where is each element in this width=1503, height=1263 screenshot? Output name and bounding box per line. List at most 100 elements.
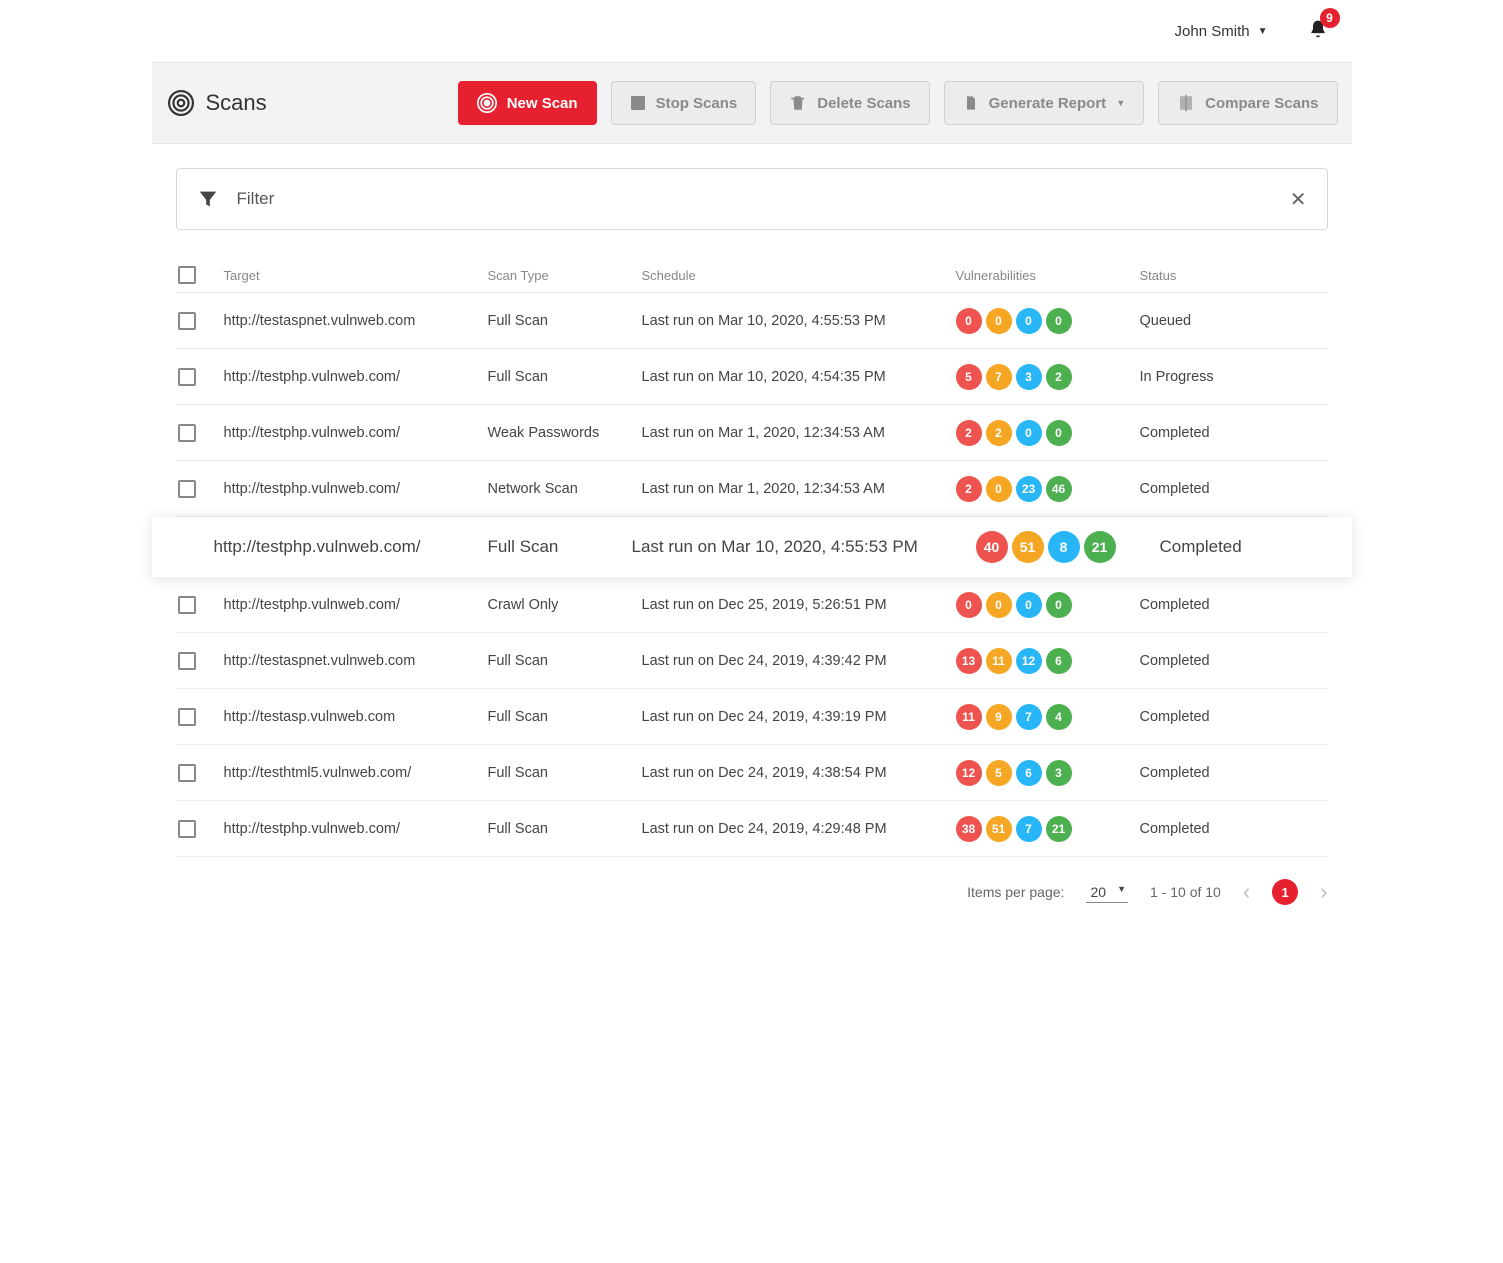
col-status: Status bbox=[1140, 268, 1328, 283]
cell-scan-type: Full Scan bbox=[488, 537, 628, 557]
vuln-badge: 0 bbox=[956, 592, 982, 618]
table-row[interactable]: http://testaspnet.vulnweb.comFull ScanLa… bbox=[176, 293, 1328, 349]
vuln-badge: 11 bbox=[956, 704, 982, 730]
table-row[interactable]: http://testaspnet.vulnweb.comFull ScanLa… bbox=[176, 633, 1328, 689]
vuln-badge: 7 bbox=[1016, 704, 1042, 730]
cell-schedule: Last run on Mar 1, 2020, 12:34:53 AM bbox=[642, 425, 952, 441]
row-checkbox[interactable] bbox=[178, 708, 196, 726]
vuln-badge: 6 bbox=[1016, 760, 1042, 786]
row-checkbox[interactable] bbox=[178, 596, 196, 614]
items-per-page-value: 20 bbox=[1090, 884, 1106, 900]
table-row[interactable]: http://testhtml5.vulnweb.com/Full ScanLa… bbox=[176, 745, 1328, 801]
filter-icon bbox=[197, 188, 219, 210]
table-row[interactable]: http://testphp.vulnweb.com/Full ScanLast… bbox=[152, 517, 1352, 577]
page-number-current[interactable]: 1 bbox=[1272, 879, 1298, 905]
vuln-badge: 7 bbox=[986, 364, 1012, 390]
table-row[interactable]: http://testphp.vulnweb.com/Full ScanLast… bbox=[176, 801, 1328, 857]
vuln-badge: 12 bbox=[956, 760, 982, 786]
page-title: Scans bbox=[166, 90, 267, 116]
cell-target: http://testphp.vulnweb.com/ bbox=[214, 537, 484, 557]
toolbar: Scans New Scan Stop Scans Delete Scans G… bbox=[152, 62, 1352, 144]
cell-status: In Progress bbox=[1140, 369, 1328, 385]
top-bar: John Smith ▼ 9 bbox=[152, 0, 1352, 62]
cell-target: http://testphp.vulnweb.com/ bbox=[224, 481, 484, 497]
delete-scans-button[interactable]: Delete Scans bbox=[770, 81, 929, 125]
cell-status: Completed bbox=[1140, 765, 1328, 781]
vuln-badge: 0 bbox=[1046, 420, 1072, 446]
cell-scan-type: Network Scan bbox=[488, 481, 638, 497]
row-checkbox[interactable] bbox=[178, 652, 196, 670]
cell-schedule: Last run on Mar 10, 2020, 4:55:53 PM bbox=[632, 537, 972, 557]
cell-target: http://testasp.vulnweb.com bbox=[224, 709, 484, 725]
notifications-button[interactable]: 9 bbox=[1308, 18, 1328, 45]
row-checkbox[interactable] bbox=[178, 368, 196, 386]
close-icon[interactable]: ✕ bbox=[1290, 187, 1307, 212]
compare-icon bbox=[1177, 94, 1195, 112]
stop-scans-label: Stop Scans bbox=[656, 95, 738, 112]
cell-status: Completed bbox=[1140, 821, 1328, 837]
cell-vulnerabilities: 0000 bbox=[956, 308, 1136, 334]
row-checkbox[interactable] bbox=[178, 480, 196, 498]
vuln-badge: 0 bbox=[1016, 308, 1042, 334]
new-scan-button[interactable]: New Scan bbox=[458, 81, 597, 125]
select-all-checkbox[interactable] bbox=[178, 266, 196, 284]
vuln-badge: 2 bbox=[956, 476, 982, 502]
cell-schedule: Last run on Mar 10, 2020, 4:54:35 PM bbox=[642, 369, 952, 385]
cell-schedule: Last run on Dec 24, 2019, 4:39:42 PM bbox=[642, 653, 952, 669]
new-scan-label: New Scan bbox=[507, 95, 578, 112]
next-page-button[interactable]: › bbox=[1320, 879, 1327, 905]
vuln-badge: 5 bbox=[986, 760, 1012, 786]
row-checkbox[interactable] bbox=[178, 424, 196, 442]
vuln-badge: 0 bbox=[1016, 592, 1042, 618]
scans-table: Target Scan Type Schedule Vulnerabilitie… bbox=[176, 258, 1328, 857]
row-checkbox[interactable] bbox=[178, 764, 196, 782]
table-row[interactable]: http://testphp.vulnweb.com/Network ScanL… bbox=[176, 461, 1328, 517]
cell-scan-type: Crawl Only bbox=[488, 597, 638, 613]
items-per-page-label: Items per page: bbox=[967, 884, 1064, 900]
cell-vulnerabilities: 3851721 bbox=[956, 816, 1136, 842]
table-row[interactable]: http://testasp.vulnweb.comFull ScanLast … bbox=[176, 689, 1328, 745]
user-menu[interactable]: John Smith ▼ bbox=[1175, 23, 1268, 40]
generate-report-button[interactable]: Generate Report ▼ bbox=[944, 81, 1144, 125]
items-per-page-select[interactable]: 20 ▼ bbox=[1086, 882, 1128, 903]
cell-schedule: Last run on Dec 24, 2019, 4:38:54 PM bbox=[642, 765, 952, 781]
cell-status: Completed bbox=[1160, 537, 1328, 557]
col-schedule: Schedule bbox=[642, 268, 952, 283]
vuln-badge: 46 bbox=[1046, 476, 1072, 502]
table-row[interactable]: http://testphp.vulnweb.com/Weak Password… bbox=[176, 405, 1328, 461]
vuln-badge: 2 bbox=[956, 420, 982, 446]
stop-scans-button[interactable]: Stop Scans bbox=[611, 81, 757, 125]
cell-status: Completed bbox=[1140, 481, 1328, 497]
compare-scans-button[interactable]: Compare Scans bbox=[1158, 81, 1337, 125]
vuln-badge: 11 bbox=[986, 648, 1012, 674]
delete-scans-label: Delete Scans bbox=[817, 95, 910, 112]
cell-target: http://testphp.vulnweb.com/ bbox=[224, 369, 484, 385]
filter-label: Filter bbox=[237, 189, 275, 209]
page-title-text: Scans bbox=[206, 90, 267, 116]
row-checkbox[interactable] bbox=[178, 820, 196, 838]
scans-icon bbox=[168, 90, 194, 116]
cell-vulnerabilities: 12563 bbox=[956, 760, 1136, 786]
vuln-badge: 7 bbox=[1016, 816, 1042, 842]
cell-vulnerabilities: 5732 bbox=[956, 364, 1136, 390]
table-row[interactable]: http://testphp.vulnweb.com/Crawl OnlyLas… bbox=[176, 577, 1328, 633]
vuln-badge: 51 bbox=[986, 816, 1012, 842]
cell-scan-type: Full Scan bbox=[488, 709, 638, 725]
cell-schedule: Last run on Mar 1, 2020, 12:34:53 AM bbox=[642, 481, 952, 497]
table-row[interactable]: http://testphp.vulnweb.com/Full ScanLast… bbox=[176, 349, 1328, 405]
user-name-label: John Smith bbox=[1175, 23, 1250, 40]
row-checkbox[interactable] bbox=[178, 312, 196, 330]
cell-vulnerabilities: 0000 bbox=[956, 592, 1136, 618]
cell-status: Completed bbox=[1140, 597, 1328, 613]
vuln-badge: 21 bbox=[1084, 531, 1116, 563]
vuln-badge: 12 bbox=[1016, 648, 1042, 674]
col-vulnerabilities: Vulnerabilities bbox=[956, 268, 1136, 283]
trash-icon bbox=[789, 94, 807, 112]
caret-down-icon: ▼ bbox=[1117, 884, 1126, 894]
prev-page-button[interactable]: ‹ bbox=[1243, 879, 1250, 905]
file-icon bbox=[963, 94, 979, 112]
vuln-badge: 13 bbox=[956, 648, 982, 674]
cell-vulnerabilities: 1311126 bbox=[956, 648, 1136, 674]
filter-bar[interactable]: Filter ✕ bbox=[176, 168, 1328, 230]
cell-scan-type: Weak Passwords bbox=[488, 425, 638, 441]
